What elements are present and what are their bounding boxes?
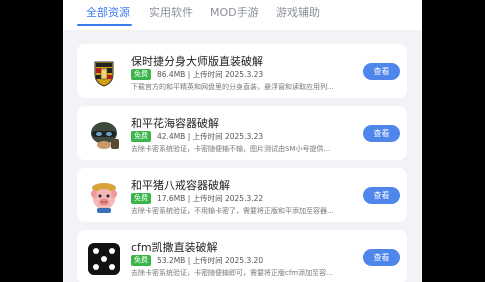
view-button[interactable]: 查看	[363, 187, 400, 204]
item-description: 下载官方的和平精英和网盘里的分身直装，悬浮窗和读取应用列...	[131, 83, 334, 91]
view-button[interactable]: 查看	[363, 125, 400, 142]
item-description: 去除卡密系统验证，不用输卡密了，需要将正版和平添加至容器...	[131, 207, 334, 215]
porsche-logo-icon	[86, 55, 122, 91]
free-badge: 免费	[131, 130, 151, 142]
item-title: 和平猪八戒容器破解	[131, 179, 230, 192]
item-size-date: 86.4MB | 上传时间 2025.3.23	[157, 69, 264, 79]
list-item[interactable]: 保时捷分身大师版直装破解 免费 86.4MB | 上传时间 2025.3.23 …	[77, 44, 407, 98]
item-description: 去除卡密系统验证，卡密随便输即可，需要将正版cfm添加至容...	[131, 269, 333, 277]
free-badge: 免费	[131, 68, 151, 80]
helmet-avatar-icon	[86, 117, 122, 153]
tab-all-resources[interactable]: 全部资源	[86, 4, 130, 20]
free-badge: 免费	[131, 192, 151, 204]
active-tab-indicator	[77, 24, 132, 26]
item-title: 和平花海容器破解	[131, 117, 219, 130]
list-item[interactable]: cfm凯撒直装破解 免费 53.2MB | 上传时间 2025.3.20 去除卡…	[77, 230, 407, 282]
list-item[interactable]: 和平猪八戒容器破解 免费 17.6MB | 上传时间 2025.3.22 去除卡…	[77, 168, 407, 222]
view-button[interactable]: 查看	[363, 249, 400, 266]
item-meta: 免费 42.4MB | 上传时间 2025.3.23	[131, 130, 263, 142]
dice-icon	[86, 241, 122, 277]
item-size-date: 53.2MB | 上传时间 2025.3.20	[157, 255, 264, 265]
item-title: 保时捷分身大师版直装破解	[131, 55, 263, 68]
item-description: 去除卡密系统验证，卡密随便输不输，图片测试由SM小号提供...	[131, 145, 331, 153]
tab-game-assist[interactable]: 游戏辅助	[276, 4, 320, 20]
pig-avatar-icon	[86, 179, 122, 215]
tab-mod-games[interactable]: MOD手游	[210, 4, 259, 20]
tab-utility-software[interactable]: 实用软件	[149, 4, 193, 20]
item-meta: 免费 17.6MB | 上传时间 2025.3.22	[131, 192, 263, 204]
item-meta: 免费 86.4MB | 上传时间 2025.3.23	[131, 68, 263, 80]
item-title: cfm凯撒直装破解	[131, 241, 218, 254]
view-button[interactable]: 查看	[363, 63, 400, 80]
list-item[interactable]: 和平花海容器破解 免费 42.4MB | 上传时间 2025.3.23 去除卡密…	[77, 106, 407, 160]
app-screen: 全部资源 实用软件 MOD手游 游戏辅助 保时捷分身大师版直装破解 免费 86.…	[63, 0, 422, 282]
free-badge: 免费	[131, 254, 151, 266]
item-size-date: 17.6MB | 上传时间 2025.3.22	[157, 193, 264, 203]
item-meta: 免费 53.2MB | 上传时间 2025.3.20	[131, 254, 263, 266]
category-tabs: 全部资源 实用软件 MOD手游 游戏辅助	[63, 0, 422, 30]
item-size-date: 42.4MB | 上传时间 2025.3.23	[157, 131, 264, 141]
